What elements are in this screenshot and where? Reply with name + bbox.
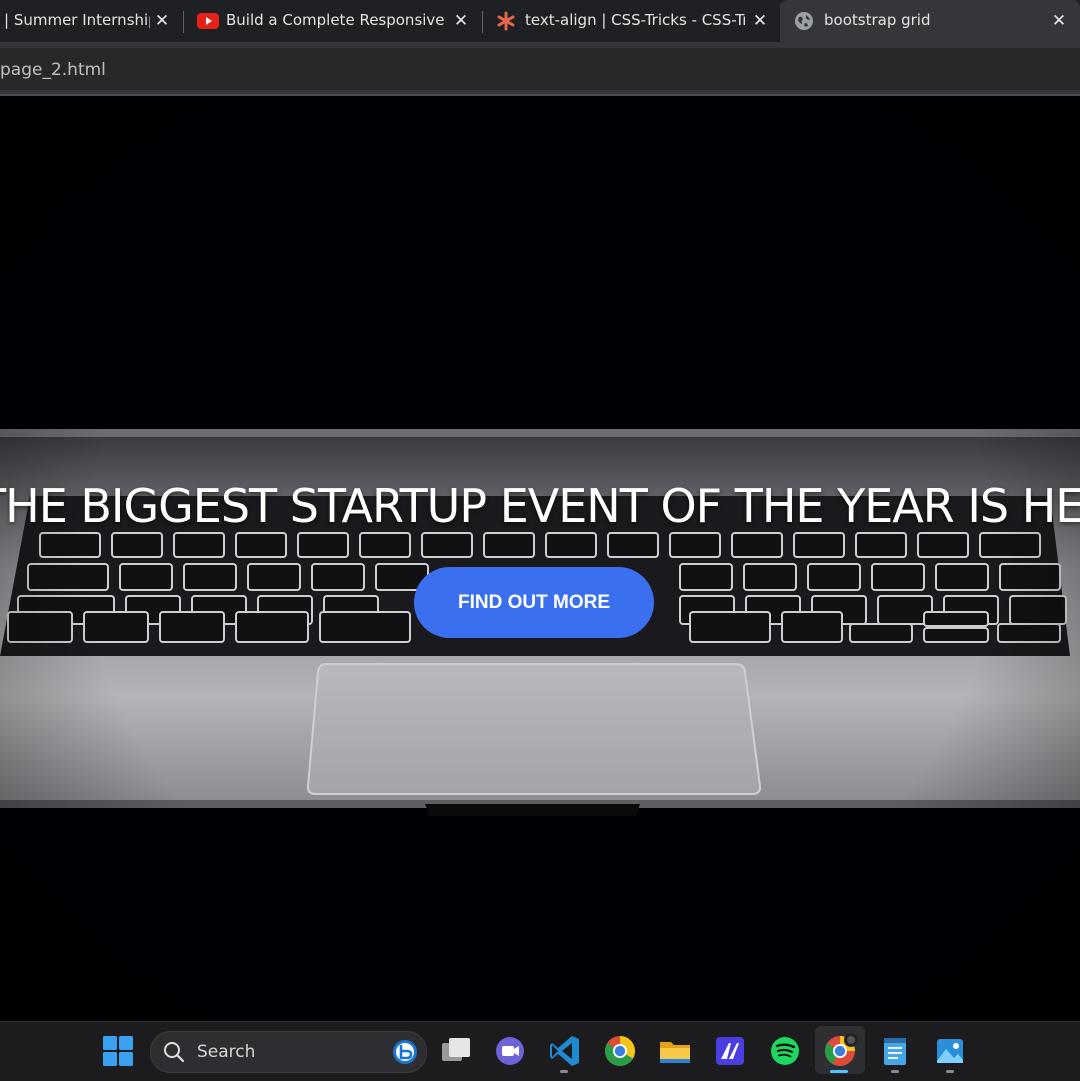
- laptop-background-image: [0, 96, 1080, 1022]
- hero-section: THE BIGGEST STARTUP EVENT OF THE YEAR IS…: [0, 96, 1080, 1022]
- teams-chat-icon[interactable]: [492, 1033, 528, 1069]
- taskbar-search-box[interactable]: Search: [150, 1031, 427, 1073]
- tab-separator: [183, 11, 184, 33]
- search-label: Search: [197, 1042, 256, 1062]
- close-tab-icon[interactable]: ✕: [1049, 11, 1069, 31]
- tab-css-tricks[interactable]: text-align | CSS-Tricks - CSS-Tricks ✕: [487, 0, 777, 42]
- ai-app-icon[interactable]: [712, 1033, 748, 1069]
- close-tab-icon[interactable]: ✕: [750, 11, 770, 31]
- active-indicator: [830, 1070, 848, 1073]
- running-indicator: [946, 1070, 954, 1073]
- youtube-icon: [197, 13, 219, 29]
- globe-icon: [795, 12, 813, 30]
- vscode-icon[interactable]: [547, 1033, 583, 1069]
- tab-title: Build a Complete Responsive Per: [226, 11, 448, 29]
- tab-title: text-align | CSS-Tricks - CSS-Tricks: [525, 11, 745, 29]
- windows-taskbar: Search: [0, 1021, 1080, 1081]
- running-indicator: [560, 1070, 568, 1073]
- tab-title: | Summer Internship 2: [4, 11, 150, 29]
- tab-separator: [482, 11, 483, 33]
- find-out-more-button[interactable]: FIND OUT MORE: [414, 567, 654, 638]
- close-tab-icon[interactable]: ✕: [152, 11, 172, 31]
- hero-headline: THE BIGGEST STARTUP EVENT OF THE YEAR IS…: [0, 479, 1080, 533]
- file-explorer-icon[interactable]: [657, 1033, 693, 1069]
- spotify-icon[interactable]: [767, 1033, 803, 1069]
- tab-responsive-tutorial[interactable]: Build a Complete Responsive Per ✕: [188, 0, 478, 42]
- search-icon: [164, 1042, 185, 1063]
- css-tricks-icon: [497, 11, 515, 31]
- close-tab-icon[interactable]: ✕: [451, 11, 471, 31]
- photos-icon[interactable]: [932, 1033, 968, 1069]
- bing-icon[interactable]: [391, 1038, 419, 1066]
- windows-start-icon[interactable]: [100, 1033, 136, 1069]
- chrome-icon[interactable]: [602, 1033, 638, 1069]
- task-view-icon[interactable]: [438, 1033, 474, 1069]
- tab-bootstrap-grid[interactable]: bootstrap grid ✕: [780, 0, 1080, 42]
- browser-tab-strip: | Summer Internship 2 ✕ Build a Complete…: [0, 0, 1080, 42]
- tab-summer-internship[interactable]: | Summer Internship 2 ✕: [0, 0, 180, 42]
- tab-title: bootstrap grid: [824, 11, 931, 29]
- notepad-icon[interactable]: [877, 1033, 913, 1069]
- address-bar[interactable]: page_2.html: [0, 48, 1080, 90]
- address-url[interactable]: page_2.html: [0, 60, 106, 80]
- chrome-profile-icon[interactable]: [822, 1033, 858, 1069]
- running-indicator: [891, 1070, 899, 1073]
